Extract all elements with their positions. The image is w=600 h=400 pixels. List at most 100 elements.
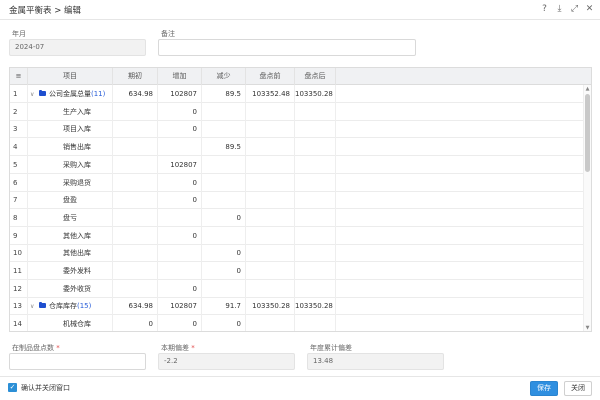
opening-cell[interactable]: 634.98 [113, 297, 158, 316]
opening-cell[interactable] [113, 155, 158, 174]
after-count-cell[interactable] [295, 279, 336, 298]
increase-cell[interactable]: 0 [158, 173, 202, 192]
item-name-cell[interactable]: 项目入库 [28, 120, 113, 139]
before-count-cell[interactable] [246, 226, 295, 245]
opening-cell[interactable] [113, 120, 158, 139]
table-row[interactable]: 3 项目入库 0 [10, 120, 585, 139]
table-row[interactable]: 6 采购退货 0 [10, 173, 585, 192]
decrease-cell[interactable]: 91.7 [202, 297, 246, 316]
after-count-cell[interactable]: 103350.28 [295, 297, 336, 316]
table-row[interactable]: 7 盘盈 0 [10, 191, 585, 210]
item-name-cell[interactable]: 采购入库 [28, 155, 113, 174]
after-count-cell[interactable] [295, 208, 336, 227]
opening-cell[interactable]: 634.98 [113, 85, 158, 103]
decrease-cell[interactable]: 89.5 [202, 138, 246, 157]
download-icon[interactable]: ⤓ [554, 4, 565, 15]
increase-cell[interactable] [158, 262, 202, 280]
opening-cell[interactable]: 0 [113, 315, 158, 331]
expand-chevron-icon[interactable]: ∨ [30, 86, 39, 103]
table-row[interactable]: 12 委外收货 0 [10, 279, 585, 298]
after-count-cell[interactable]: 103350.28 [295, 85, 336, 103]
scroll-thumb[interactable] [585, 94, 590, 172]
after-count-cell[interactable] [295, 262, 336, 280]
after-count-cell[interactable] [295, 226, 336, 245]
before-count-cell[interactable] [246, 244, 295, 263]
decrease-cell[interactable]: 0 [202, 315, 246, 331]
before-count-cell[interactable] [246, 279, 295, 298]
column-header-after-count[interactable]: 盘点后 [295, 68, 336, 85]
grid-menu-icon[interactable]: ≡ [10, 68, 28, 85]
table-row[interactable]: 10 其他出库 0 [10, 244, 585, 263]
increase-cell[interactable]: 102807 [158, 155, 202, 174]
table-row[interactable]: 11 委外发料 0 [10, 262, 585, 280]
after-count-cell[interactable] [295, 173, 336, 192]
confirm-close-label[interactable]: 确认并关闭窗口 [21, 383, 70, 393]
decrease-cell[interactable] [202, 226, 246, 245]
opening-cell[interactable] [113, 173, 158, 192]
increase-cell[interactable]: 0 [158, 226, 202, 245]
increase-cell[interactable]: 0 [158, 279, 202, 298]
close-button[interactable]: 关闭 [564, 381, 592, 396]
decrease-cell[interactable] [202, 173, 246, 192]
after-count-cell[interactable] [295, 191, 336, 210]
decrease-cell[interactable] [202, 102, 246, 121]
decrease-cell[interactable]: 0 [202, 262, 246, 280]
item-name-cell[interactable]: 其他入库 [28, 226, 113, 245]
table-row[interactable]: 4 销售出库 89.5 [10, 138, 585, 157]
increase-cell[interactable]: 102807 [158, 297, 202, 316]
increase-cell[interactable] [158, 138, 202, 157]
decrease-cell[interactable]: 0 [202, 208, 246, 227]
after-count-cell[interactable] [295, 102, 336, 121]
after-count-cell[interactable] [295, 315, 336, 331]
before-count-cell[interactable] [246, 208, 295, 227]
increase-cell[interactable]: 102807 [158, 85, 202, 103]
increase-cell[interactable] [158, 244, 202, 263]
close-icon[interactable]: ✕ [584, 4, 595, 15]
scroll-up-icon[interactable]: ▲ [584, 86, 591, 93]
increase-cell[interactable]: 0 [158, 120, 202, 139]
help-icon[interactable]: ? [539, 4, 550, 15]
opening-cell[interactable] [113, 244, 158, 263]
decrease-cell[interactable] [202, 155, 246, 174]
after-count-cell[interactable] [295, 155, 336, 174]
before-count-cell[interactable]: 103352.48 [246, 85, 295, 103]
item-name-cell[interactable]: 采购退货 [28, 173, 113, 192]
table-row[interactable]: 5 采购入库 102807 [10, 155, 585, 174]
table-row[interactable]: 2 生产入库 0 [10, 102, 585, 121]
tree-group-row[interactable]: 13 ∨ 仓库库存(15) 634.98 102807 91.7 103350.28 1033… [10, 297, 585, 316]
before-count-cell[interactable] [246, 315, 295, 331]
increase-cell[interactable]: 0 [158, 315, 202, 331]
table-row[interactable]: 9 其他入库 0 [10, 226, 585, 245]
opening-cell[interactable] [113, 208, 158, 227]
confirm-close-checkbox[interactable]: ✓ [8, 383, 17, 392]
item-name-cell[interactable]: 委外发料 [28, 262, 113, 280]
before-count-cell[interactable] [246, 155, 295, 174]
item-name-cell[interactable]: 盘盈 [28, 191, 113, 210]
wip-input[interactable] [9, 353, 146, 370]
table-row[interactable]: 8 盘亏 0 [10, 208, 585, 227]
opening-cell[interactable] [113, 226, 158, 245]
before-count-cell[interactable] [246, 173, 295, 192]
before-count-cell[interactable] [246, 138, 295, 157]
column-header-decrease[interactable]: 减少 [202, 68, 246, 85]
before-count-cell[interactable] [246, 120, 295, 139]
opening-cell[interactable] [113, 279, 158, 298]
annual-deviation-field[interactable]: 13.48 [307, 353, 444, 370]
column-header-before-count[interactable]: 盘点前 [246, 68, 295, 85]
item-name-cell[interactable]: 机械仓库 [28, 315, 113, 331]
opening-cell[interactable] [113, 262, 158, 280]
scroll-down-icon[interactable]: ▼ [584, 325, 591, 331]
increase-cell[interactable] [158, 208, 202, 227]
save-button[interactable]: 保存 [530, 381, 558, 396]
column-header-opening[interactable]: 期初 [113, 68, 158, 85]
period-field[interactable]: 2024-07 [9, 39, 146, 56]
tree-group-row[interactable]: 1 ∨ 公司金属总量(11) 634.98 102807 89.5 103352.48 103… [10, 85, 585, 103]
item-name-cell[interactable]: 委外收货 [28, 279, 113, 298]
decrease-cell[interactable]: 89.5 [202, 85, 246, 103]
increase-cell[interactable]: 0 [158, 102, 202, 121]
opening-cell[interactable] [113, 191, 158, 210]
column-header-item[interactable]: 项目 [28, 68, 113, 85]
deviation-field[interactable]: -2.2 [158, 353, 295, 370]
maximize-icon[interactable]: ⤢ [569, 4, 580, 15]
before-count-cell[interactable] [246, 102, 295, 121]
